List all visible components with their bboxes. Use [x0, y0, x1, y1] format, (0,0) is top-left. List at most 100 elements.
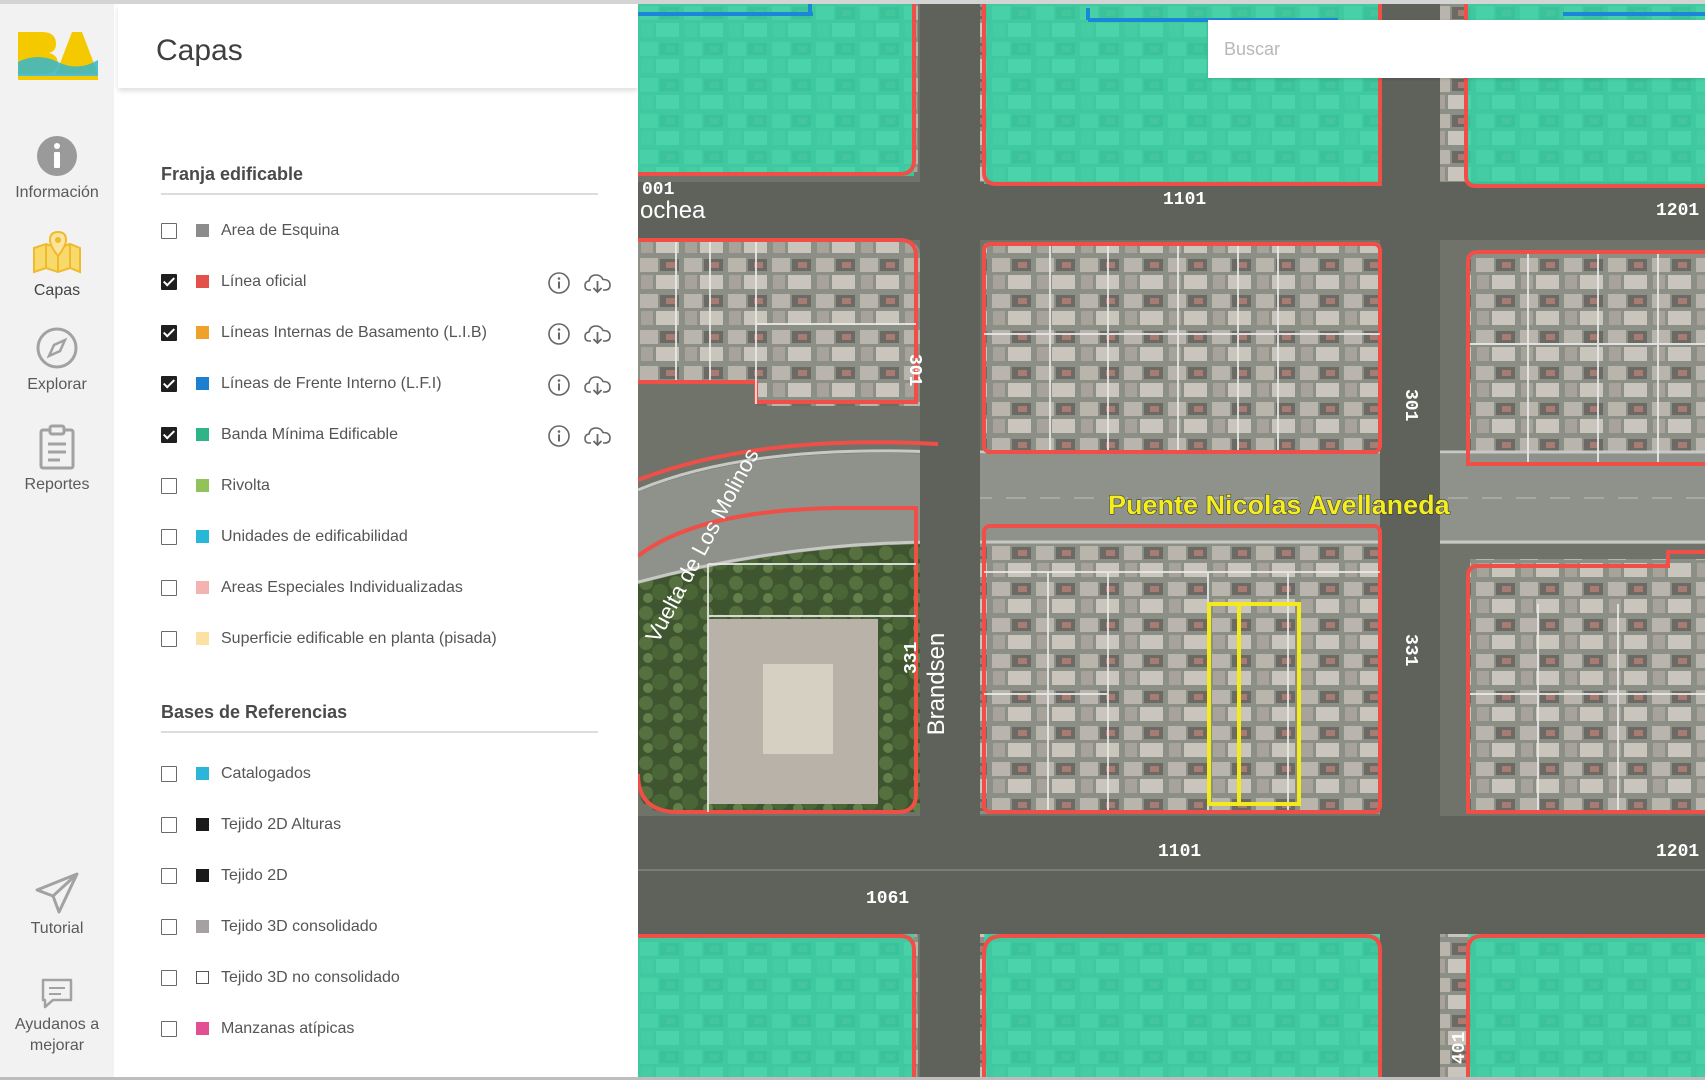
layer-color-swatch [196, 632, 209, 645]
layer-checkbox[interactable] [161, 580, 177, 596]
address-1201-top: 1201 [1656, 201, 1699, 221]
layer-color-swatch [196, 428, 209, 441]
compass-icon [36, 327, 78, 369]
address-301-mid: 301 [1400, 389, 1420, 422]
nav-informacion[interactable]: Información [0, 134, 114, 203]
layer-row[interactable]: Unidades de edificabilidad [161, 526, 611, 552]
layer-row[interactable]: Areas Especiales Individualizadas [161, 577, 611, 603]
layer-row[interactable]: Tejido 3D no consolidado [161, 967, 611, 993]
address-331-mid: 331 [1400, 634, 1420, 667]
layer-label: Unidades de edificabilidad [221, 528, 408, 545]
layer-checkbox[interactable] [161, 868, 177, 884]
layer-checkbox[interactable] [161, 919, 177, 935]
layer-checkbox[interactable] [161, 325, 177, 341]
layer-checkbox[interactable] [161, 1021, 177, 1037]
ba-logo-icon [18, 32, 98, 80]
layer-checkbox[interactable] [161, 631, 177, 647]
layer-label: Tejido 3D consolidado [221, 918, 378, 935]
layer-checkbox[interactable] [161, 529, 177, 545]
clipboard-icon [39, 424, 75, 470]
layer-label: Tejido 2D [221, 867, 288, 884]
address-001: 001 [642, 180, 675, 200]
search-input[interactable] [1208, 20, 1705, 78]
layer-color-swatch [196, 818, 209, 831]
address-301-left: 301 [904, 354, 924, 387]
layer-row[interactable]: Banda Mínima Edificable [161, 424, 611, 450]
info-circle-icon[interactable] [547, 373, 571, 397]
layer-label: Líneas Internas de Basamento (L.I.B) [221, 324, 487, 341]
address-1061: 1061 [866, 889, 909, 909]
layer-row[interactable]: Area de Esquina [161, 220, 611, 246]
layer-label: Rivolta [221, 477, 270, 494]
feedback-icon [41, 978, 73, 1009]
layer-color-swatch [196, 530, 209, 543]
layer-label: Catalogados [221, 765, 311, 782]
layer-color-swatch [196, 326, 209, 339]
layer-label: Manzanas atípicas [221, 1020, 355, 1037]
nav-tutorial[interactable]: Tutorial [0, 870, 114, 939]
layer-checkbox[interactable] [161, 223, 177, 239]
address-401: 401 [1450, 1031, 1470, 1064]
layer-label: Area de Esquina [221, 222, 340, 239]
layer-color-swatch [196, 377, 209, 390]
cloud-download-icon[interactable] [583, 373, 613, 397]
panel-header: Capas [118, 4, 638, 88]
layer-row[interactable]: Superficie edificable en planta (pisada) [161, 628, 611, 654]
street-brandsen-label: Brandsen [923, 633, 950, 736]
layer-checkbox[interactable] [161, 817, 177, 833]
layer-checkbox[interactable] [161, 427, 177, 443]
cloud-download-icon[interactable] [583, 322, 613, 346]
nav-tutorial-label: Tutorial [30, 920, 84, 937]
nav-ayudanos-label-line2: mejorar [29, 1037, 85, 1054]
layer-color-swatch [196, 479, 209, 492]
layer-row[interactable]: Catalogados [161, 763, 611, 789]
layer-color-swatch [196, 920, 209, 933]
layer-label: Areas Especiales Individualizadas [221, 579, 463, 596]
address-1101-top: 1101 [1163, 190, 1206, 210]
layer-checkbox[interactable] [161, 970, 177, 986]
layer-label: Banda Mínima Edificable [221, 426, 398, 443]
layer-row[interactable]: Rivolta [161, 475, 611, 501]
section-title: Bases de Referencias [161, 702, 598, 733]
nav-explorar[interactable]: Explorar [0, 326, 114, 395]
layer-row[interactable]: Tejido 2D [161, 865, 611, 891]
layer-row[interactable]: Tejido 2D Alturas [161, 814, 611, 840]
info-circle-icon[interactable] [547, 322, 571, 346]
nav-informacion-label: Información [15, 184, 99, 201]
layer-checkbox[interactable] [161, 766, 177, 782]
layer-row[interactable]: Línea oficial [161, 271, 611, 297]
layer-row[interactable]: Tejido 3D consolidado [161, 916, 611, 942]
layer-label: Tejido 3D no consolidado [221, 969, 400, 986]
map-view[interactable]: Puente Nicolas Avellaneda Brandsen ochea… [638, 4, 1705, 1077]
nav-capas[interactable]: Capas [0, 228, 114, 301]
nav-ayudanos-label-line1: Ayudanos a [14, 1016, 100, 1033]
map-layers-icon [33, 230, 81, 274]
nav-ayudanos-mejorar[interactable]: Ayudanos a mejorar [0, 976, 114, 1056]
layer-checkbox[interactable] [161, 478, 177, 494]
section-title: Franja edificable [161, 164, 598, 195]
cloud-download-icon[interactable] [583, 271, 613, 295]
layer-row[interactable]: Manzanas atípicas [161, 1018, 611, 1044]
layer-color-swatch [196, 1022, 209, 1035]
nav-explorar-label: Explorar [27, 376, 87, 393]
ba-logo[interactable] [16, 26, 98, 82]
address-331-left: 331 [902, 641, 922, 674]
layer-color-swatch [196, 971, 209, 984]
info-icon [37, 136, 77, 176]
layer-checkbox[interactable] [161, 376, 177, 392]
nav-reportes-label: Reportes [24, 476, 90, 493]
layer-label: Tejido 2D Alturas [221, 816, 342, 833]
address-1101-bottom: 1101 [1158, 842, 1201, 862]
layer-color-swatch [196, 581, 209, 594]
nav-reportes[interactable]: Reportes [0, 424, 114, 495]
bridge-label: Puente Nicolas Avellaneda [1108, 490, 1451, 520]
layer-row[interactable]: Líneas de Frente Interno (L.F.I) [161, 373, 611, 399]
layer-checkbox[interactable] [161, 274, 177, 290]
info-circle-icon[interactable] [547, 271, 571, 295]
info-circle-icon[interactable] [547, 424, 571, 448]
aerial-map[interactable]: Puente Nicolas Avellaneda Brandsen ochea… [638, 4, 1705, 1077]
layer-row[interactable]: Líneas Internas de Basamento (L.I.B) [161, 322, 611, 348]
cloud-download-icon[interactable] [583, 424, 613, 448]
navigation-rail: Información Capas Explorar Reportes Tuto… [0, 4, 115, 1077]
street-ochea-label: ochea [640, 197, 706, 224]
